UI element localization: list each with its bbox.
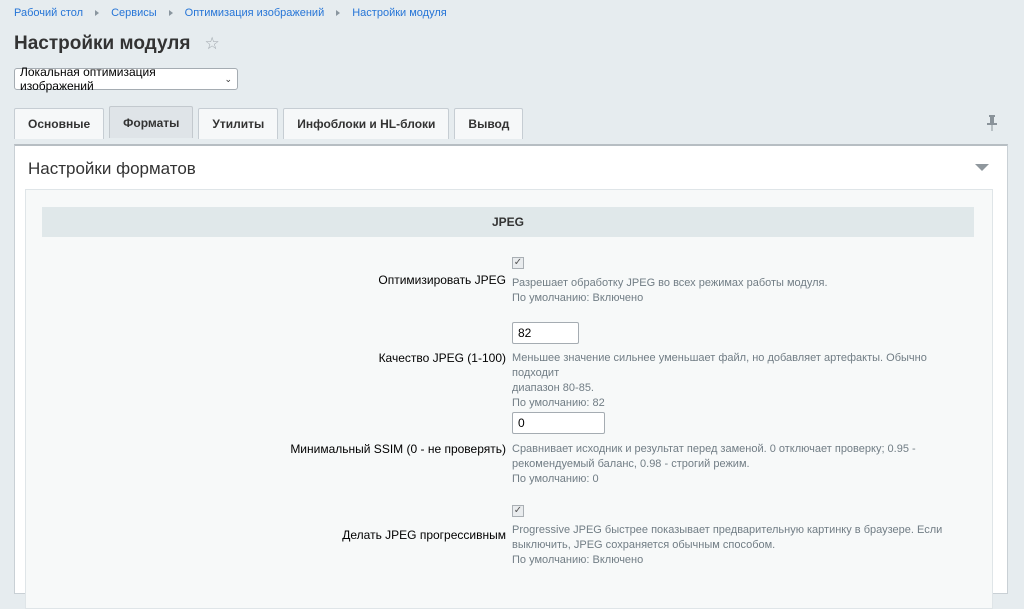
breadcrumb: Рабочий стол Сервисы Оптимизация изображ…	[14, 7, 447, 19]
tab-iblocks[interactable]: Инфоблоки и HL-блоки	[283, 108, 450, 139]
tab-output[interactable]: Вывод	[454, 108, 524, 139]
jpeg-quality-desc-line2: диапазон 80-85.	[512, 382, 594, 394]
progressive-jpeg-description: Progressive JPEG быстрее показывает пред…	[512, 523, 952, 568]
breadcrumb-link-module-settings[interactable]: Настройки модуля	[352, 7, 446, 19]
jpeg-quality-input[interactable]: 82	[512, 322, 579, 344]
progressive-jpeg-label: Делать JPEG прогрессивным	[342, 528, 506, 542]
page-header: Настройки модуля ☆	[14, 33, 220, 55]
optimize-jpeg-desc-text: Разрешает обработку JPEG во всех режимах…	[512, 277, 828, 289]
page-title: Настройки модуля	[14, 33, 191, 54]
breadcrumb-link-desktop[interactable]: Рабочий стол	[14, 7, 83, 19]
optimize-jpeg-label: Оптимизировать JPEG	[378, 273, 506, 287]
module-select[interactable]: Локальная оптимизация изображений ⌄	[14, 65, 238, 93]
breadcrumb-separator-icon	[168, 10, 173, 16]
min-ssim-desc-line1: Сравнивает исходник и результат перед за…	[512, 443, 916, 455]
jpeg-quality-default: По умолчанию: 82	[512, 397, 605, 409]
progressive-jpeg-checkbox-wrap: ✓	[512, 505, 524, 517]
breadcrumb-link-services[interactable]: Сервисы	[111, 7, 157, 19]
settings-content: JPEG ✓ Оптимизировать JPEG Разрешает обр…	[25, 189, 993, 609]
optimize-jpeg-checkbox[interactable]: ✓	[512, 257, 524, 269]
min-ssim-description: Сравнивает исходник и результат перед за…	[512, 442, 952, 487]
min-ssim-default: По умолчанию: 0	[512, 473, 599, 485]
breadcrumb-link-image-optimization[interactable]: Оптимизация изображений	[185, 7, 325, 19]
chevron-down-icon: ⌄	[224, 73, 232, 84]
collapse-triangle-icon[interactable]	[975, 164, 989, 171]
panel-title: Настройки форматов	[28, 159, 196, 178]
tab-formats[interactable]: Форматы	[109, 106, 194, 138]
min-ssim-label: Минимальный SSIM (0 - не проверять)	[290, 442, 506, 456]
tab-bar: Основные Форматы Утилиты Инфоблоки и HL-…	[14, 106, 528, 139]
breadcrumb-separator-icon	[95, 10, 100, 16]
min-ssim-desc-line2: рекомендуемый баланс, 0.98 - строгий реж…	[512, 458, 750, 470]
jpeg-quality-desc-line1: Меньшее значение сильнее уменьшает файл,…	[512, 352, 927, 379]
star-icon[interactable]: ☆	[204, 34, 219, 54]
jpeg-quality-label: Качество JPEG (1-100)	[378, 351, 506, 365]
pin-icon[interactable]	[986, 115, 998, 136]
breadcrumb-separator-icon	[336, 10, 341, 16]
tab-basic[interactable]: Основные	[14, 108, 105, 139]
module-select-value: Локальная оптимизация изображений	[20, 65, 156, 93]
optimize-jpeg-description: Разрешает обработку JPEG во всех режимах…	[512, 276, 952, 306]
pin-icon-graphic	[987, 115, 997, 131]
progressive-jpeg-desc-line2: выключить, JPEG сохраняется обычным спос…	[512, 539, 776, 551]
progressive-jpeg-default: По умолчанию: Включено	[512, 554, 644, 566]
progressive-jpeg-checkbox[interactable]: ✓	[512, 505, 524, 517]
optimize-jpeg-default: По умолчанию: Включено	[512, 292, 644, 304]
min-ssim-input[interactable]: 0	[512, 412, 605, 434]
settings-panel: Настройки форматов JPEG ✓ Оптимизировать…	[14, 144, 1008, 609]
progressive-jpeg-desc-line1: Progressive JPEG быстрее показывает пред…	[512, 524, 943, 536]
optimize-jpeg-checkbox-wrap: ✓	[512, 257, 524, 269]
min-ssim-input-wrap: 0	[512, 412, 605, 434]
jpeg-quality-description: Меньшее значение сильнее уменьшает файл,…	[512, 351, 952, 411]
jpeg-quality-input-wrap: 82	[512, 322, 579, 344]
section-header-jpeg: JPEG	[42, 207, 974, 237]
tab-utilities[interactable]: Утилиты	[198, 108, 279, 139]
